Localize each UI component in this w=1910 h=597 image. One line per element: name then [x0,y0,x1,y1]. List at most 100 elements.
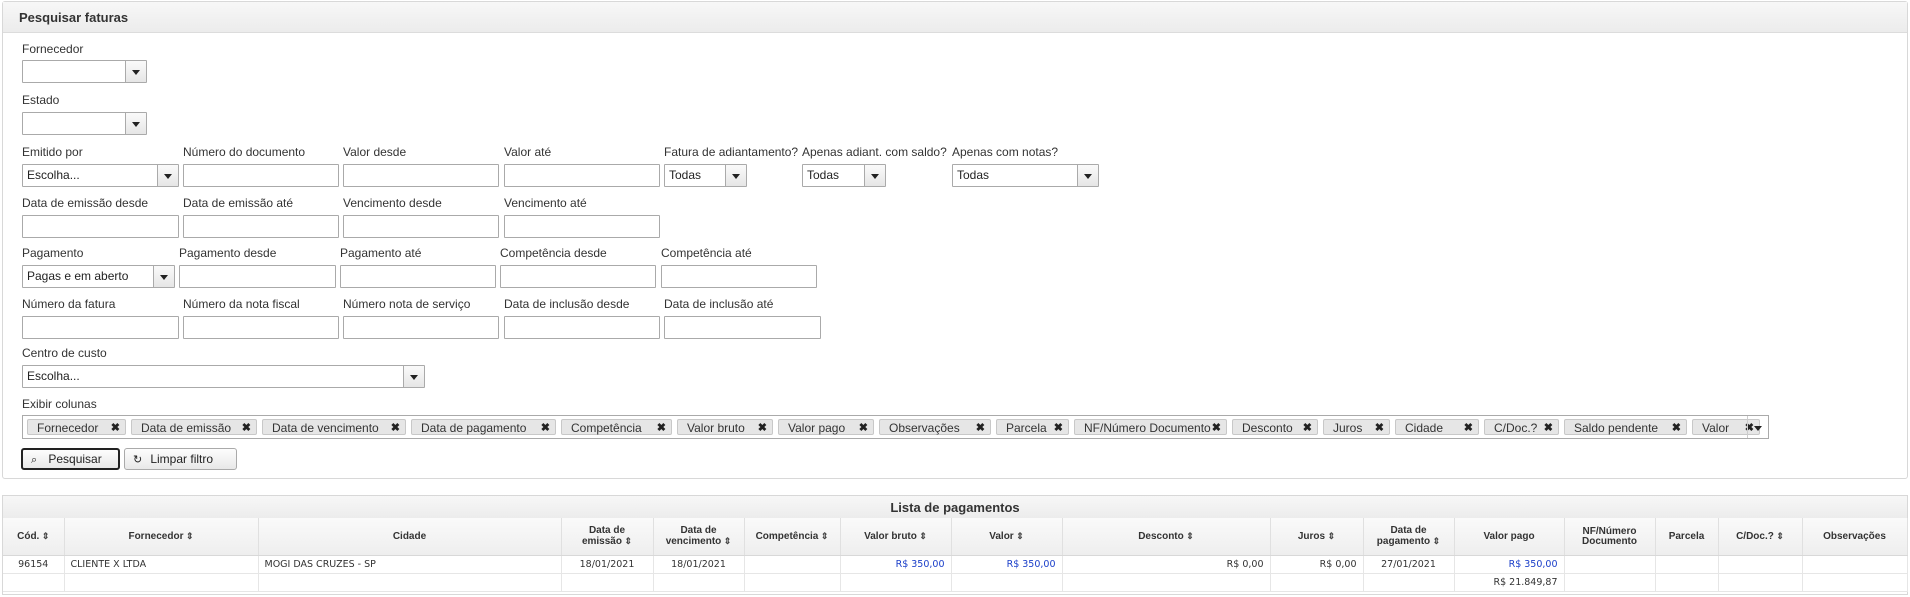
data-emissao-ate-input[interactable] [183,215,339,238]
data-emissao-desde-input[interactable] [22,215,179,238]
remove-tag-icon[interactable]: ✖ [1464,420,1473,436]
column-header: Parcela [1655,518,1719,556]
estado-select[interactable] [22,112,147,135]
data-inclusao-ate-input[interactable] [664,316,821,339]
pagamento-desde-label: Pagamento desde [179,246,277,260]
competencia-desde-label: Competência desde [500,246,607,260]
remove-tag-icon[interactable]: ✖ [758,420,767,436]
remove-tag-icon[interactable]: ✖ [111,420,120,436]
column-tag-label: Observações [889,421,960,435]
fatura-adiantamento-select[interactable]: Todas [664,164,747,187]
sort-icon[interactable]: ⇕ [1014,531,1024,541]
numero-fatura-label: Número da fatura [22,297,116,311]
numero-nota-fiscal-input[interactable] [183,316,339,339]
column-tag-label: Parcela [1006,421,1047,435]
remove-tag-icon[interactable]: ✖ [541,420,550,436]
table-cell [258,573,562,592]
emitido-por-select[interactable]: Escolha... [22,164,179,187]
pagamento-select[interactable]: Pagas e em aberto [22,265,175,288]
column-header[interactable]: Data de pagamento ⇕ [1363,518,1455,556]
fatura-adiantamento-label: Fatura de adiantamento? [664,145,799,159]
data-emissao-desde-label: Data de emissão desde [22,196,149,210]
numero-documento-input[interactable] [183,164,339,187]
column-header[interactable]: Valor ⇕ [951,518,1063,556]
column-header[interactable]: Data de vencimento ⇕ [653,518,745,556]
vencimento-ate-input[interactable] [504,215,660,238]
numero-nota-servico-input[interactable] [343,316,499,339]
pagamento-ate-input[interactable] [340,265,496,288]
column-tag: Observações ✖ [879,419,991,435]
remove-tag-icon[interactable]: ✖ [1672,420,1681,436]
table-cell [1564,555,1656,574]
column-header: Observações [1802,518,1908,556]
table-cell [1802,573,1908,592]
vencimento-desde-label: Vencimento desde [343,196,442,210]
table-cell [64,573,259,592]
remove-tag-icon[interactable]: ✖ [1212,420,1221,436]
chevron-down-icon[interactable] [1747,416,1768,438]
column-header[interactable]: Cód. ⇕ [3,518,65,556]
valor-desde-label: Valor desde [343,145,407,159]
sort-icon[interactable]: ⇕ [622,536,632,546]
remove-tag-icon[interactable]: ✖ [391,420,400,436]
pagamento-label: Pagamento [22,246,84,260]
column-tag: Competência ✖ [561,419,672,435]
competencia-desde-input[interactable] [500,265,656,288]
sort-icon[interactable]: ⇕ [1325,531,1336,541]
pesquisar-button[interactable]: ⌕ Pesquisar [21,448,120,470]
table-cell: R$ 0,00 [1270,555,1364,574]
data-inclusao-desde-input[interactable] [504,316,660,339]
column-tag-label: Data de emissão [141,421,232,435]
remove-tag-icon[interactable]: ✖ [1054,420,1063,436]
remove-tag-icon[interactable]: ✖ [1375,420,1384,436]
column-header[interactable]: Competência ⇕ [744,518,841,556]
column-tag-label: Desconto [1242,421,1293,435]
remove-tag-icon[interactable]: ✖ [976,420,985,436]
valor-ate-input[interactable] [504,164,660,187]
column-tags[interactable]: Fornecedor ✖ Data de emissão ✖ Data de venci… [22,415,1769,439]
competencia-ate-input[interactable] [661,265,817,288]
competencia-ate-label: Competência até [661,246,752,260]
numero-nota-fiscal-label: Número da nota fiscal [183,297,300,311]
remove-tag-icon[interactable]: ✖ [1303,420,1312,436]
sort-icon[interactable]: ⇕ [1430,536,1441,546]
fornecedor-label: Fornecedor [22,42,84,56]
numero-fatura-input[interactable] [22,316,179,339]
sort-icon[interactable]: ⇕ [1184,531,1194,541]
column-header[interactable]: C/Doc.? ⇕ [1718,518,1803,556]
column-header[interactable]: Valor bruto ⇕ [840,518,952,556]
table-cell [1655,573,1719,592]
exibir-colunas-label: Exibir colunas [22,397,97,411]
list-title: Lista de pagamentos [3,496,1907,519]
table-cell: R$ 0,00 [1062,555,1271,574]
sort-icon[interactable]: ⇕ [721,536,732,546]
column-header[interactable]: Desconto ⇕ [1062,518,1271,556]
column-header[interactable]: Fornecedor ⇕ [64,518,259,556]
sort-icon[interactable]: ⇕ [1774,531,1784,541]
apenas-notas-select[interactable]: Todas [952,164,1099,187]
vencimento-desde-input[interactable] [343,215,499,238]
pagamento-desde-input[interactable] [179,265,336,288]
column-tag-label: Valor pago [788,421,846,435]
apenas-adiant-select[interactable]: Todas [802,164,886,187]
remove-tag-icon[interactable]: ✖ [1544,420,1553,436]
remove-tag-icon[interactable]: ✖ [242,420,251,436]
table-cell [744,555,841,574]
remove-tag-icon[interactable]: ✖ [657,420,666,436]
table-row[interactable]: 96154 CLIENTE X LTDA MOGI DAS CRUZES - SP 1… [3,555,1908,574]
sort-icon[interactable]: ⇕ [183,531,194,541]
sort-icon[interactable]: ⇕ [917,531,927,541]
table-cell: MOGI DAS CRUZES - SP [258,555,562,574]
column-header[interactable]: Data de emissão ⇕ [561,518,654,556]
valor-desde-input[interactable] [343,164,499,187]
centro-custo-select[interactable]: Escolha... [22,365,425,388]
remove-tag-icon[interactable]: ✖ [859,420,868,436]
sort-icon[interactable]: ⇕ [818,531,829,541]
sort-icon[interactable]: ⇕ [39,531,50,541]
column-header[interactable]: Juros ⇕ [1270,518,1364,556]
column-tag-label: NF/Número Documento [1084,421,1211,435]
column-tag-label: C/Doc.? [1494,421,1538,435]
limpar-filtro-button[interactable]: ↻ Limpar filtro [124,448,237,470]
fornecedor-select[interactable] [22,60,147,83]
numero-nota-servico-label: Número nota de serviço [343,297,471,311]
